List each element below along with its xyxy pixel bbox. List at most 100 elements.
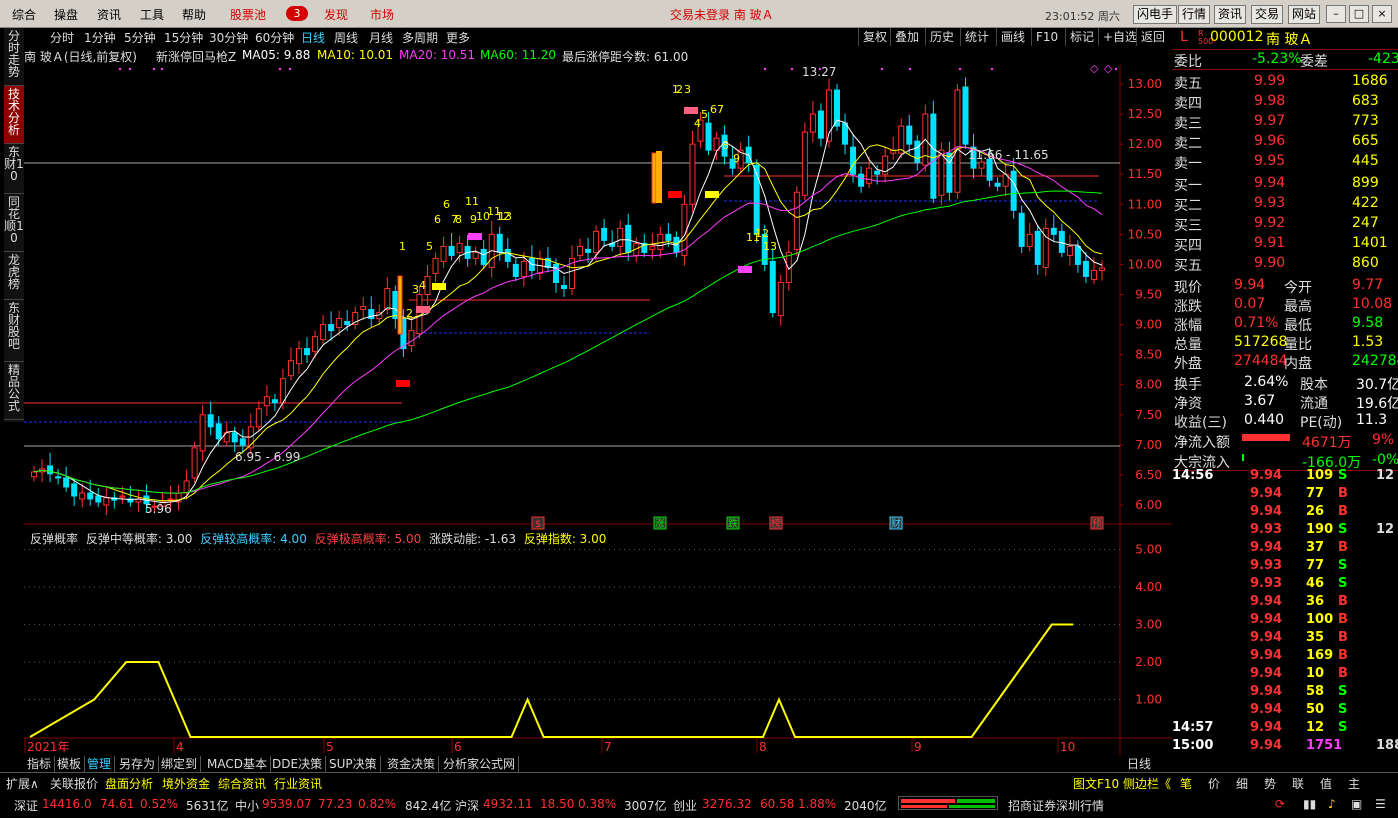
tab-template[interactable]: 模板: [54, 756, 86, 772]
industry-news[interactable]: 行业资讯: [274, 775, 322, 792]
tab-formula-net[interactable]: 分析家公式网: [440, 756, 520, 772]
menu-item-操盘[interactable]: 操盘: [54, 6, 78, 23]
menu-item-综合[interactable]: 综合: [12, 6, 36, 23]
tab-technical[interactable]: 技术分析: [4, 86, 24, 144]
foreign-funds[interactable]: 境外资金: [162, 775, 210, 792]
rtab-main[interactable]: 主: [1348, 775, 1360, 792]
tool-add-watch[interactable]: +自选: [1098, 28, 1141, 46]
index-zx-name[interactable]: 中小: [235, 797, 259, 814]
period-5min[interactable]: 5分钟: [124, 29, 156, 46]
tick-volume: 10: [1306, 666, 1325, 681]
stock-pool-button[interactable]: 股票池: [230, 6, 266, 23]
tab-save-as[interactable]: 另存为: [116, 756, 160, 772]
tab-indicator[interactable]: 指标: [24, 756, 56, 772]
index-cy-val: 3276.32: [702, 797, 752, 811]
tab-intraday[interactable]: 分时走势: [4, 28, 24, 86]
settings-icon[interactable]: ☰: [1375, 797, 1386, 811]
bell-icon[interactable]: ♪: [1328, 797, 1336, 811]
maximize-icon[interactable]: □: [1349, 5, 1369, 23]
rtab-price[interactable]: 价: [1208, 775, 1220, 792]
website-button[interactable]: 网站: [1288, 5, 1321, 24]
tool-f10[interactable]: F10: [1031, 28, 1062, 46]
price-axis-label: 8.00: [1135, 378, 1162, 392]
kline-chart[interactable]: 13.0012.5012.0011.5011.0010.5010.009.509…: [24, 65, 1172, 756]
general-news[interactable]: 综合资讯: [218, 775, 266, 792]
tab-formulas[interactable]: 精品公式: [4, 362, 24, 420]
lock-icon[interactable]: ▣: [1351, 797, 1362, 811]
menu-item-工具[interactable]: 工具: [140, 6, 164, 23]
period-15min[interactable]: 15分钟: [164, 29, 203, 46]
related-quote[interactable]: 关联报价: [50, 775, 98, 792]
event-marker-4: 财: [891, 517, 901, 530]
discover-button[interactable]: 发现: [324, 6, 348, 23]
candle-body: [858, 173, 865, 187]
quote-button[interactable]: 行情: [1178, 5, 1211, 24]
refresh-icon[interactable]: ⟳: [1275, 797, 1285, 811]
period-monthly[interactable]: 月线: [369, 29, 393, 46]
tab-macd[interactable]: MACD基本: [204, 756, 271, 772]
trade-button[interactable]: 交易: [1251, 5, 1284, 24]
market-button[interactable]: 市场: [370, 6, 394, 23]
signal-marker: [705, 191, 719, 198]
wc-value: -423: [1368, 51, 1398, 67]
tab-fund[interactable]: 资金决策: [384, 756, 440, 772]
tab-bind[interactable]: 绑定到: [158, 756, 202, 772]
tool-mark[interactable]: 标记: [1065, 28, 1098, 46]
news-button[interactable]: 资讯: [1214, 5, 1247, 24]
period-more[interactable]: 更多: [446, 29, 470, 46]
flash-trade-button[interactable]: 闪电手: [1133, 5, 1178, 24]
period-weekly[interactable]: 周线: [334, 29, 358, 46]
period-multi[interactable]: 多周期: [402, 29, 438, 46]
tool-overlay[interactable]: 叠加: [890, 28, 923, 46]
rtab-trend[interactable]: 势: [1264, 775, 1276, 792]
rtab-detail[interactable]: 细: [1236, 775, 1248, 792]
tab-stock-bar[interactable]: 东财股吧: [4, 300, 24, 362]
event-marker-2: 跌: [728, 517, 738, 530]
tool-history[interactable]: 历史: [925, 28, 958, 46]
price-axis-label: 6.50: [1135, 468, 1162, 482]
candle-body: [384, 287, 391, 311]
minimize-icon[interactable]: –: [1326, 5, 1346, 23]
tab-dragon-tiger[interactable]: 龙虎榜: [4, 252, 24, 300]
period-intraday[interactable]: 分时: [50, 29, 74, 46]
event-marker-0: $: [535, 519, 541, 530]
menu-item-资讯[interactable]: 资讯: [97, 6, 121, 23]
tick-row: 9.93 46 S: [1172, 576, 1398, 594]
menu-item-帮助[interactable]: 帮助: [182, 6, 206, 23]
formula-name[interactable]: 新涨停回马枪Z: [156, 48, 236, 65]
tool-draw[interactable]: 画线: [996, 28, 1029, 46]
tool-adjust[interactable]: 复权: [858, 28, 891, 46]
rtab-value[interactable]: 值: [1320, 775, 1332, 792]
stat-label2: 股本: [1300, 377, 1328, 393]
rtab-link[interactable]: 联: [1292, 775, 1304, 792]
candle-body: [1066, 245, 1073, 256]
expand-button[interactable]: 扩展∧: [6, 775, 39, 792]
close-icon[interactable]: ×: [1372, 5, 1392, 23]
bid-row: 买三 9.92 247: [1172, 214, 1398, 234]
tick-row: 14:57 9.94 12 S: [1172, 720, 1398, 738]
login-status[interactable]: 交易未登录 南 玻Ａ: [670, 6, 774, 23]
period-1min[interactable]: 1分钟: [84, 29, 116, 46]
tab-eastmoney10[interactable]: 东财10: [4, 144, 24, 194]
candle-body: [850, 146, 857, 175]
market-analysis[interactable]: 盘面分析: [105, 775, 153, 792]
period-30min[interactable]: 30分钟: [209, 29, 248, 46]
period-60min[interactable]: 60分钟: [255, 29, 294, 46]
index-cy-name[interactable]: 创业: [673, 797, 697, 814]
index-sz-name[interactable]: 深证: [14, 797, 38, 814]
tab-dde[interactable]: DDE决策: [269, 756, 327, 772]
tick-volume: 109: [1306, 468, 1334, 483]
candle-body: [617, 227, 624, 247]
period-daily[interactable]: 日线: [301, 29, 325, 46]
tab-sup[interactable]: SUP决策: [326, 756, 381, 772]
tab-ths10[interactable]: 同花顺10: [4, 194, 24, 252]
index-hs-name[interactable]: 沪深: [455, 797, 479, 814]
bid-label: 买二: [1174, 198, 1202, 214]
rtab-bi[interactable]: 笔: [1180, 775, 1192, 792]
tool-stats[interactable]: 统计: [960, 28, 993, 46]
f10-sidebar[interactable]: 图文F10 侧边栏《: [1073, 775, 1171, 792]
tab-manage[interactable]: 管理: [84, 756, 116, 772]
wc-label: 委差: [1300, 54, 1328, 70]
tool-back[interactable]: 返回: [1136, 28, 1169, 46]
count-label: 9: [733, 152, 740, 165]
